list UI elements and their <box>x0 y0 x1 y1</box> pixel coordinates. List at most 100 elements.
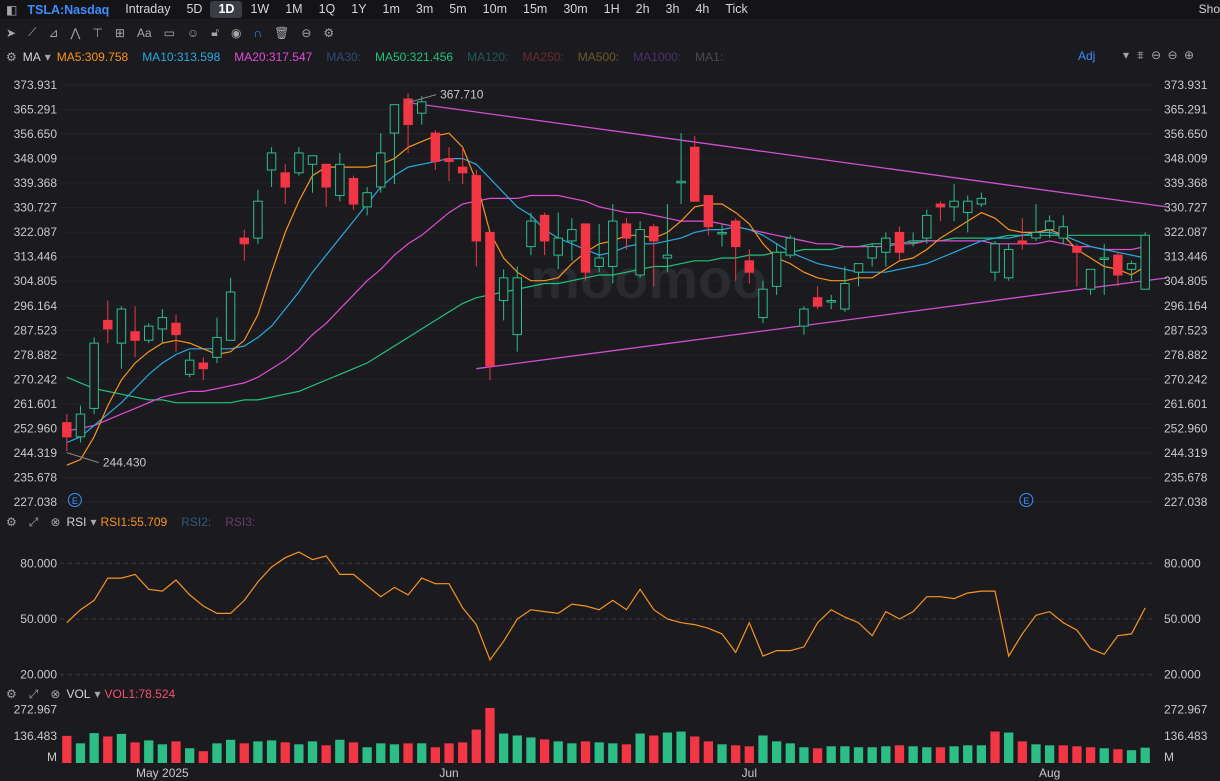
chevron-down-icon[interactable]: ▾ <box>45 50 51 64</box>
line-draw-icon[interactable]: ⟋ <box>28 25 36 40</box>
price-tick-right: 287.523 <box>1164 323 1208 337</box>
candle-body <box>621 223 632 239</box>
fib-icon[interactable]: ⊿ <box>48 26 58 40</box>
gear-icon[interactable]: ⚙ <box>6 50 17 64</box>
zoom-in-icon[interactable]: ⊕ <box>1184 48 1194 62</box>
panel-toggle-icon[interactable]: ◧ <box>6 3 17 17</box>
tab-1d[interactable]: 1D <box>210 1 243 18</box>
tab-1w[interactable]: 1W <box>242 1 277 18</box>
minimize-icon[interactable]: ⊖ <box>1151 48 1161 62</box>
expand-icon[interactable]: ⤢ <box>29 687 39 702</box>
trash-icon[interactable]: 🗑︎ <box>274 26 289 40</box>
volume-bar <box>539 739 550 763</box>
tab-5m[interactable]: 5m <box>441 1 474 18</box>
gear-icon[interactable]: ⚙ <box>6 515 17 529</box>
candle-body <box>498 277 509 302</box>
rsi-tick-left: 80.000 <box>20 556 57 570</box>
earnings-event-icon: E <box>67 493 82 507</box>
tab-3m[interactable]: 3m <box>408 1 441 18</box>
candle <box>812 286 823 310</box>
candle-body <box>321 163 331 188</box>
tab-2h[interactable]: 2h <box>628 1 658 18</box>
candle-body <box>430 132 441 162</box>
volume-bar <box>417 743 427 763</box>
lock-icon[interactable]: 🔓︎ <box>211 25 219 40</box>
chevron-down-icon[interactable]: ▾ <box>94 687 100 701</box>
tab-5d[interactable]: 5D <box>178 1 210 18</box>
tab-1m[interactable]: 1m <box>375 1 408 18</box>
volume-bar <box>212 743 222 763</box>
tab-1y[interactable]: 1Y <box>343 1 374 18</box>
candle <box>881 232 891 267</box>
volume-bar <box>116 733 127 763</box>
volume-bar <box>294 744 304 763</box>
smile-icon[interactable]: ☺ <box>187 26 199 40</box>
candle-body <box>512 277 523 336</box>
settings-icon[interactable]: ⚙ <box>323 26 334 40</box>
chart-type-icon[interactable]: ⩨ <box>1137 48 1144 62</box>
vol-value-item: VOL1:78.524 <box>104 687 176 701</box>
gear-icon[interactable]: ⚙ <box>6 687 17 701</box>
candle <box>471 169 482 267</box>
eye-icon[interactable]: ◉ <box>231 26 241 40</box>
vol-unit-left: M <box>47 750 57 764</box>
candle-body <box>949 200 959 208</box>
earnings-event-icon: E <box>1019 493 1034 507</box>
volume-bar <box>990 731 1000 763</box>
tab-1h[interactable]: 1H <box>596 1 628 18</box>
volume-bar <box>731 745 741 763</box>
rsi-name[interactable]: RSI <box>66 515 86 529</box>
cursor-icon[interactable]: ➤ <box>6 26 16 40</box>
tab-tick[interactable]: Tick <box>717 1 755 18</box>
candle-body <box>266 152 277 171</box>
tab-15m[interactable]: 15m <box>515 1 555 18</box>
candle-body <box>143 325 154 341</box>
vol-name[interactable]: VOL <box>66 687 90 701</box>
tab-intraday[interactable]: Intraday <box>117 1 178 18</box>
ma-value-item: MA1000: <box>633 50 682 64</box>
rsi-values: RSI1:55.709 RSI2: RSI3: <box>100 515 269 529</box>
show-button[interactable]: Sho <box>1199 2 1220 16</box>
candle-body <box>990 243 1000 273</box>
rsi-value-item: RSI2: <box>181 515 212 529</box>
symbol-label[interactable]: TSLA:Nasdaq <box>27 3 109 17</box>
tab-10m[interactable]: 10m <box>475 1 515 18</box>
price-tick-right: 322.087 <box>1164 225 1208 239</box>
price-tick-left: 339.368 <box>14 176 58 190</box>
volume-bar <box>103 736 113 763</box>
tab-4h[interactable]: 4h <box>687 1 717 18</box>
tab-1q[interactable]: 1Q <box>311 1 344 18</box>
volume-bar <box>498 733 509 763</box>
tab-3h[interactable]: 3h <box>658 1 688 18</box>
note-icon[interactable]: ▭ <box>164 26 175 40</box>
expand-icon[interactable]: ⤢ <box>29 515 39 530</box>
close-icon[interactable]: ⊗ <box>50 687 60 701</box>
zoom-out-icon[interactable]: ⊖ <box>1168 48 1178 62</box>
text-tool[interactable]: Aa <box>137 26 152 40</box>
watermark: moomoo <box>530 247 766 310</box>
candle-body <box>444 158 454 162</box>
volume-bar <box>335 739 345 763</box>
chevron-down-icon[interactable]: ▾ <box>90 515 96 529</box>
volume-bar <box>826 746 836 763</box>
pattern-icon[interactable]: ⋀ <box>71 26 81 40</box>
volume-bar <box>1140 747 1150 763</box>
link-icon[interactable]: ⊖ <box>301 26 311 40</box>
tab-30m[interactable]: 30m <box>555 1 595 18</box>
ruler-icon[interactable]: ⊞ <box>115 26 125 40</box>
magnet-icon[interactable]: ∩ <box>253 26 262 40</box>
volume-bar <box>853 747 864 763</box>
tab-1m[interactable]: 1M <box>277 1 310 18</box>
volume-bar <box>949 746 959 763</box>
chevron-down-icon[interactable]: ▾ <box>1123 48 1129 62</box>
candle <box>908 232 918 247</box>
volume-bar <box>485 707 495 763</box>
ma-name[interactable]: MA <box>23 50 41 64</box>
volume-bar <box>703 741 714 763</box>
close-icon[interactable]: ⊗ <box>50 515 60 529</box>
candle <box>1031 204 1041 241</box>
price-chart[interactable]: moomoo 367.710 244.430 E E 373.931 373.931 36… <box>0 68 1220 781</box>
candle <box>157 309 168 344</box>
measure-icon[interactable]: ⊤ <box>92 26 102 40</box>
price-tick-right: 270.242 <box>1164 372 1208 386</box>
